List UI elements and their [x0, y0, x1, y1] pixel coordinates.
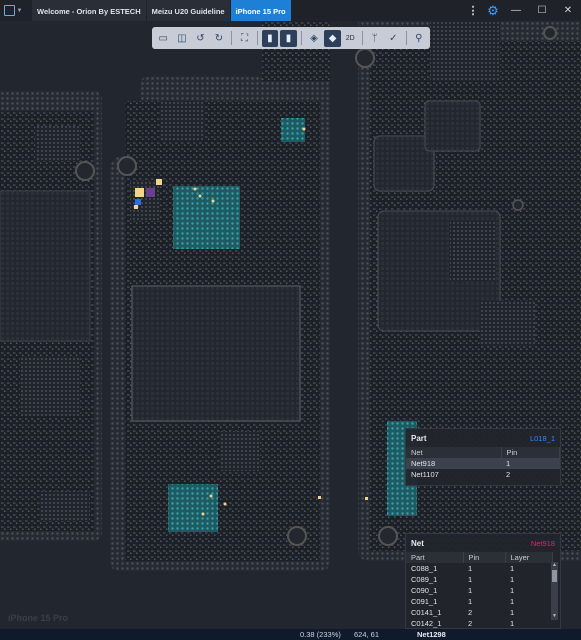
rotate-right-icon[interactable]: ↻ [211, 30, 228, 47]
column-header[interactable]: Part [406, 552, 464, 563]
tab-welcome[interactable]: Welcome - Orion By ESTECH [32, 0, 146, 21]
part-cell: C090_1 [411, 586, 438, 595]
part-cell: C0142_1 [411, 619, 442, 628]
part-net-table: Net Pin Net918 1 Net1107 2 [406, 447, 560, 480]
pin-cell: 1 [468, 564, 473, 573]
hover-net: Net1298 [417, 630, 446, 639]
split-view-icon[interactable]: ◫ [174, 30, 191, 47]
layer-cell: 1 [510, 597, 515, 606]
layer-cell: 1 [510, 586, 515, 595]
minimize-button[interactable]: — [503, 0, 529, 21]
left-board [0, 91, 102, 541]
table-row[interactable]: C088_1 1 1 [406, 563, 553, 574]
column-header[interactable]: Layer [505, 552, 553, 563]
panel-title: Net [411, 538, 424, 548]
top-side-icon[interactable]: ▮ [261, 29, 279, 47]
zoom-level: 0.38 (233%) [300, 630, 341, 639]
net-part-table: Part Pin Layer C088_1 1 1 C089_1 1 1 C090_1 1… [406, 552, 553, 629]
toolbar-divider [361, 31, 363, 45]
diode-icon[interactable]: ◆ [324, 29, 341, 47]
cursor-coordinates: 624, 61 [354, 630, 380, 639]
table-row[interactable]: C090_1 1 1 [406, 585, 553, 596]
part-cell: C088_1 [411, 564, 438, 573]
pin-cell: 2 [468, 619, 473, 628]
part-cell: C091_1 [411, 597, 438, 606]
rotate-left-icon[interactable]: ↺ [192, 30, 209, 47]
board-name-watermark: iPhone 15 Pro [8, 613, 69, 623]
search-icon[interactable]: ⚲ [411, 30, 428, 47]
panel-title: Part [411, 433, 427, 443]
bottom-side-icon[interactable]: ▮ [280, 29, 297, 47]
layer-cell: 1 [510, 575, 515, 584]
tab-iphone-15-pro[interactable]: iPhone 15 Pro [230, 0, 291, 21]
gear-icon[interactable]: ⚙ [483, 0, 503, 21]
toolbar-divider [256, 31, 258, 45]
part-info-panel: Part L018_1 Net Pin Net918 1 Net1107 2 [405, 428, 561, 486]
status-bar: 0.38 (233%) 624, 61 Net1298 [0, 629, 581, 640]
table-row[interactable]: C0142_1 2 1 [406, 618, 553, 629]
table-row[interactable]: C0141_1 2 1 [406, 607, 553, 618]
pin-cell: 2 [468, 608, 473, 617]
pin-cell: 1 [501, 458, 560, 469]
layer-cell: 1 [510, 608, 515, 617]
toolbar-divider [231, 31, 233, 45]
net-cell: Net918 [406, 458, 501, 469]
more-options-icon[interactable]: ⋮ [463, 0, 483, 21]
pin-cell: 2 [506, 470, 511, 479]
net-table-scrollbar[interactable]: ▲ ▼ [551, 562, 558, 620]
toolbar-divider [405, 31, 407, 45]
scroll-down-icon[interactable]: ▼ [551, 613, 558, 620]
layers-icon[interactable]: ◈ [306, 30, 323, 47]
scroll-thumb[interactable] [552, 570, 557, 582]
column-header[interactable]: Pin [501, 447, 560, 458]
two-d-toggle[interactable]: 2D [343, 30, 358, 47]
close-button[interactable]: ✕ [555, 0, 581, 21]
chevron-down-icon: ▼ [16, 7, 23, 14]
part-id[interactable]: L018_1 [530, 434, 555, 443]
fit-board-icon[interactable]: ▭ [155, 30, 172, 47]
net-id[interactable]: Net918 [531, 539, 555, 548]
app-logo-icon [3, 5, 15, 16]
pin-cell: 1 [468, 597, 473, 606]
layer-cell: 1 [510, 619, 515, 628]
tab-meizu-u20[interactable]: Meizu U20 Guideline [146, 0, 230, 21]
pin-cell: 1 [468, 575, 473, 584]
tab-label: Welcome - Orion By ESTECH [37, 7, 141, 16]
fullscreen-icon[interactable]: ⛶ [236, 30, 253, 47]
toolbar-divider [300, 31, 302, 45]
part-cell: C089_1 [411, 575, 438, 584]
net-trace-icon[interactable]: ᛘ [366, 30, 383, 47]
title-bar: ▼ Welcome - Orion By ESTECH Meizu U20 Gu… [0, 0, 581, 21]
check-icon[interactable]: ✓ [385, 30, 402, 47]
column-header[interactable]: Net [406, 447, 502, 458]
scroll-up-icon[interactable]: ▲ [551, 562, 558, 569]
center-board [110, 21, 330, 571]
table-row[interactable]: C091_1 1 1 [406, 596, 553, 607]
pin-cell: 1 [468, 586, 473, 595]
view-toolbar: ▭ ◫ ↺ ↻ ⛶ ▮ ▮ ◈ ◆ 2D ᛘ ✓ ⚲ [152, 27, 430, 49]
net-cell: Net1107 [411, 470, 439, 479]
table-row[interactable]: C089_1 1 1 [406, 574, 553, 585]
table-row[interactable]: Net1107 2 [406, 469, 560, 480]
part-cell: C0141_1 [411, 608, 442, 617]
tab-label: iPhone 15 Pro [235, 7, 286, 16]
column-header[interactable]: Pin [463, 552, 506, 563]
table-row[interactable]: Net918 1 [406, 458, 560, 469]
maximize-button[interactable]: ☐ [529, 0, 555, 21]
net-info-panel: Net Net918 Part Pin Layer C088_1 1 1 C089_… [405, 533, 561, 629]
tab-label: Meizu U20 Guideline [151, 7, 225, 16]
app-menu-button[interactable]: ▼ [0, 0, 26, 21]
layer-cell: 1 [510, 564, 515, 573]
